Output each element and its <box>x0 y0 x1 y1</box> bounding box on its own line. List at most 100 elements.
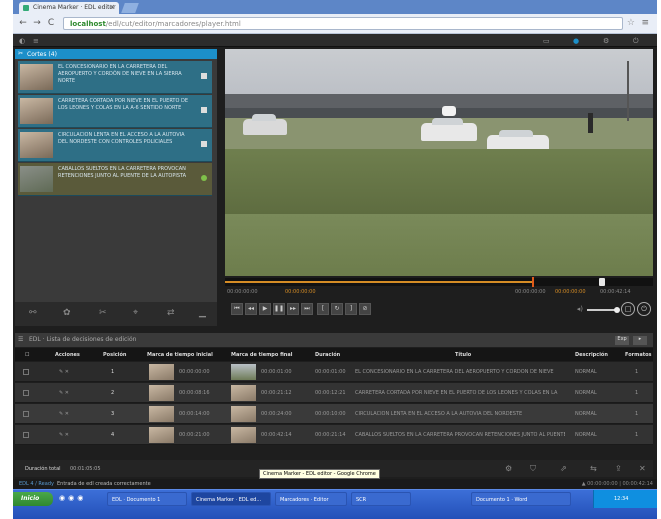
table-row[interactable]: ✎ ✕ 4 00:00:21:00 00:00:42:14 00:00:21:1… <box>15 425 653 445</box>
clear-marks-icon[interactable]: ⊘ <box>359 303 371 315</box>
mark-out-icon[interactable]: ] <box>345 303 357 315</box>
user-icon[interactable]: ● <box>573 37 579 45</box>
table-row[interactable]: ✎ ✕ 3 00:00:14:00 00:00:24:00 00:00:10:0… <box>15 404 653 424</box>
col-formats[interactable]: Formatos <box>625 352 652 358</box>
video-player[interactable] <box>225 49 653 276</box>
layout-icon[interactable]: ▭ <box>543 37 550 45</box>
row-checkbox[interactable] <box>23 411 29 417</box>
table-row[interactable]: ✎ ✕ 1 00:00:00:00 00:00:01:00 00:00:01:0… <box>15 362 653 382</box>
cut-icon[interactable]: ✂ <box>99 308 107 318</box>
clip-item[interactable]: CIRCULACIÓN LENTA EN EL ACCESO A LA AUTO… <box>18 129 212 162</box>
step-back-icon[interactable]: ◂◂ <box>245 303 257 315</box>
start-button[interactable]: Inicio <box>13 492 53 506</box>
col-actions[interactable]: Acciones <box>55 352 80 358</box>
row-actions-icon[interactable]: ✎ ✕ <box>59 411 69 417</box>
address-bar-row: ← → C localhost/edl/cut/editor/marcadore… <box>13 14 657 34</box>
merge-icon[interactable]: ⇆ <box>590 464 597 473</box>
fullscreen-icon[interactable]: □ <box>621 302 635 316</box>
timeline-marker[interactable] <box>532 277 535 287</box>
clip-item-selected[interactable]: CABALLOS SUELTOS EN LA CARRETERA PROVOCA… <box>18 163 212 196</box>
col-description[interactable]: Descripción <box>575 352 608 358</box>
pause-icon[interactable]: ❚❚ <box>273 303 285 315</box>
clip-item[interactable]: EL CONCESIONARIO EN LA CARRETERA DEL AER… <box>18 61 212 94</box>
row-actions-icon[interactable]: ✎ ✕ <box>59 432 69 438</box>
url-input[interactable]: localhost/edl/cut/editor/marcadores/play… <box>63 17 623 30</box>
clip-stop-icon[interactable] <box>201 141 207 147</box>
reload-icon[interactable]: C <box>45 18 57 28</box>
settings-icon[interactable]: ⚙ <box>603 37 609 45</box>
browser-tab[interactable]: Cinema Marker · EDL editor × <box>19 2 119 14</box>
row-duration: 00:00:21:14 <box>315 432 346 438</box>
row-format-icon[interactable]: 1 <box>635 369 638 375</box>
gear-icon[interactable]: ✿ <box>63 308 71 318</box>
settings-gear-icon[interactable]: ⚙ <box>505 464 512 473</box>
clip-item[interactable]: CARRETERA CORTADA POR NIEVE EN EL PUERTO… <box>18 95 212 128</box>
video-frame-grass <box>225 149 653 219</box>
row-actions-icon[interactable]: ✎ ✕ <box>59 390 69 396</box>
row-checkbox[interactable] <box>23 369 29 375</box>
forward-arrow-icon[interactable]: → <box>31 18 43 28</box>
row-thumbnail-in <box>149 385 174 401</box>
taskbar-item[interactable]: Marcadores · Editor <box>275 492 347 506</box>
timeline-handle[interactable] <box>598 278 605 286</box>
clip-active-icon[interactable] <box>201 175 207 181</box>
select-all-checkbox[interactable]: ☐ <box>25 352 29 358</box>
export-icon[interactable]: ⇪ <box>615 464 622 473</box>
taskbar-item[interactable]: EDL · Documento 1 <box>107 492 187 506</box>
col-title[interactable]: Título <box>455 352 471 358</box>
clip-stop-icon[interactable] <box>201 107 207 113</box>
timeline-scrubber[interactable] <box>225 277 653 287</box>
url-host: localhost <box>70 20 106 28</box>
close-tab-icon[interactable]: × <box>109 3 115 11</box>
col-duration[interactable]: Duración <box>315 352 340 358</box>
col-position[interactable]: Posición <box>103 352 126 358</box>
row-format-icon[interactable]: 1 <box>635 432 638 438</box>
taskbar-item-active[interactable]: Cinema Marker · EDL ed... <box>191 492 271 506</box>
trash-icon[interactable]: ▁ <box>199 308 206 318</box>
row-time-in: 00:00:21:00 <box>179 432 210 438</box>
clip-list-panel: ✂ Cortes (4) EL CONCESIONARIO EN LA CARR… <box>15 49 217 304</box>
logout-icon[interactable]: ⏻ <box>633 37 639 46</box>
power-icon[interactable]: ⏻ <box>637 302 651 316</box>
fast-forward-icon[interactable]: ⏭ <box>301 303 313 315</box>
clip-stop-icon[interactable] <box>201 73 207 79</box>
loop-icon[interactable]: ↻ <box>331 303 343 315</box>
row-actions-icon[interactable]: ✎ ✕ <box>59 369 69 375</box>
col-time-out[interactable]: Marca de tiempo final <box>231 352 292 358</box>
clock[interactable]: 12:34 <box>614 496 628 502</box>
link-icon[interactable]: ⚯ <box>29 308 37 318</box>
volume-slider[interactable] <box>587 307 620 313</box>
expand-button[interactable]: ▸ <box>633 336 647 345</box>
row-format-icon[interactable]: 1 <box>635 411 638 417</box>
back-arrow-icon[interactable]: ← <box>17 18 29 28</box>
row-description: NORMAL <box>575 432 597 438</box>
quick-launch-icons[interactable]: ◉◉◉ <box>59 494 86 502</box>
step-forward-icon[interactable]: ▸▸ <box>287 303 299 315</box>
new-tab-button[interactable] <box>121 3 139 13</box>
play-icon[interactable]: ▶ <box>259 303 271 315</box>
app-menu-icon[interactable]: ≡ <box>33 37 39 45</box>
video-frame-field <box>225 214 653 276</box>
row-checkbox[interactable] <box>23 432 29 438</box>
export-button[interactable]: Exp <box>615 336 630 345</box>
row-checkbox[interactable] <box>23 390 29 396</box>
browser-tab-title: Cinema Marker · EDL editor <box>33 4 116 11</box>
close-icon[interactable]: ✕ <box>639 464 646 473</box>
tc-mark-in: 00:00:00:00 <box>515 289 546 295</box>
share-icon[interactable]: ⇗ <box>560 464 567 473</box>
video-frame-bridge <box>225 94 653 108</box>
table-row[interactable]: ✎ ✕ 2 00:00:08:16 00:00:21:12 00:00:12:2… <box>15 383 653 403</box>
filter-icon[interactable]: ⛉ <box>530 464 536 474</box>
taskbar-item[interactable]: Documento 1 · Word <box>471 492 571 506</box>
bookmark-star-icon[interactable]: ☆ <box>627 18 635 28</box>
mark-in-icon[interactable]: [ <box>317 303 329 315</box>
taskbar-tooltip: Cinema Marker - EDL editor - Google Chro… <box>259 469 380 479</box>
go-start-icon[interactable]: ⏮ <box>231 303 243 315</box>
split-icon[interactable]: ⇄ <box>167 308 175 318</box>
browser-menu-icon[interactable]: ≡ <box>641 18 649 28</box>
video-car <box>243 114 287 135</box>
taskbar-item[interactable]: SCR <box>351 492 411 506</box>
marker-icon[interactable]: ⌖ <box>133 308 138 318</box>
col-time-in[interactable]: Marca de tiempo inicial <box>147 352 213 358</box>
row-format-icon[interactable]: 1 <box>635 390 638 396</box>
